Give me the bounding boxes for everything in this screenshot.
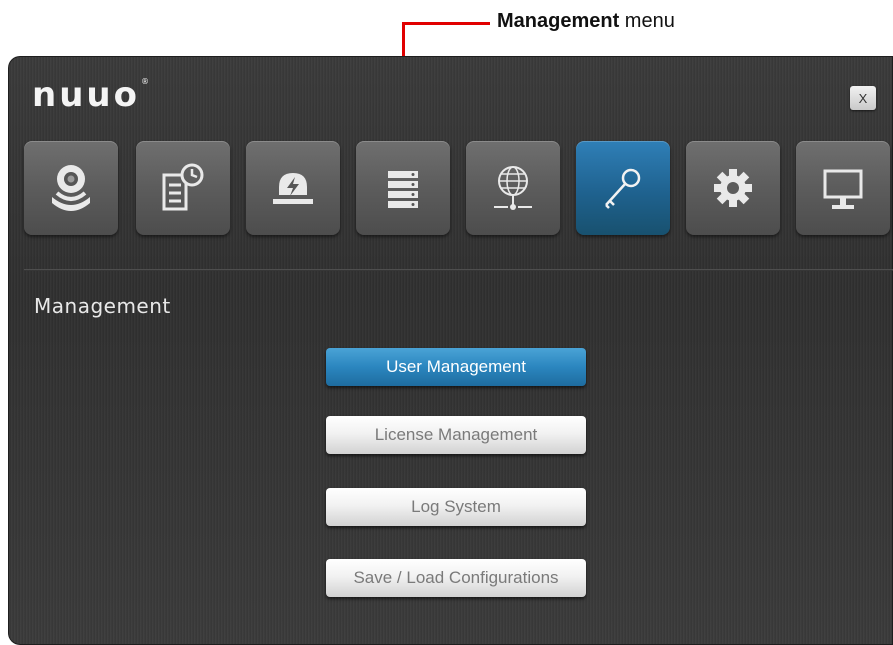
annotation-label: Management menu — [497, 10, 675, 33]
tab-management[interactable] — [576, 141, 670, 235]
tab-network[interactable] — [466, 141, 560, 235]
nuuo-logo: nuuo® — [32, 75, 149, 115]
camera-icon — [52, 165, 90, 211]
schedule-document-icon — [162, 163, 204, 211]
alarm-event-icon — [273, 173, 313, 204]
tab-camera[interactable] — [24, 141, 118, 235]
gear-icon — [714, 169, 752, 207]
tab-settings[interactable] — [686, 141, 780, 235]
tab-display[interactable] — [796, 141, 890, 235]
user-management-button[interactable]: User Management — [326, 348, 586, 386]
tab-schedule[interactable] — [136, 141, 230, 235]
settings-window: nuuo® X Management User Management Licen… — [8, 56, 893, 645]
section-title: Management — [34, 294, 171, 318]
network-globe-icon — [494, 166, 532, 210]
tab-event[interactable] — [246, 141, 340, 235]
storage-server-icon — [388, 171, 418, 208]
registered-mark: ® — [140, 77, 149, 86]
header-divider — [24, 269, 893, 271]
annotation-rest: menu — [619, 10, 675, 32]
tab-storage[interactable] — [356, 141, 450, 235]
log-system-button[interactable]: Log System — [326, 488, 586, 526]
close-button[interactable]: X — [850, 86, 876, 110]
category-tab-bar — [8, 141, 893, 235]
license-management-button[interactable]: License Management — [326, 416, 586, 454]
save-load-configurations-button[interactable]: Save / Load Configurations — [326, 559, 586, 597]
logo-text: nuuo — [32, 75, 140, 115]
annotation-line-horizontal — [402, 22, 490, 25]
monitor-icon — [823, 169, 863, 209]
key-icon — [605, 168, 641, 209]
annotation-bold: Management — [497, 10, 620, 32]
